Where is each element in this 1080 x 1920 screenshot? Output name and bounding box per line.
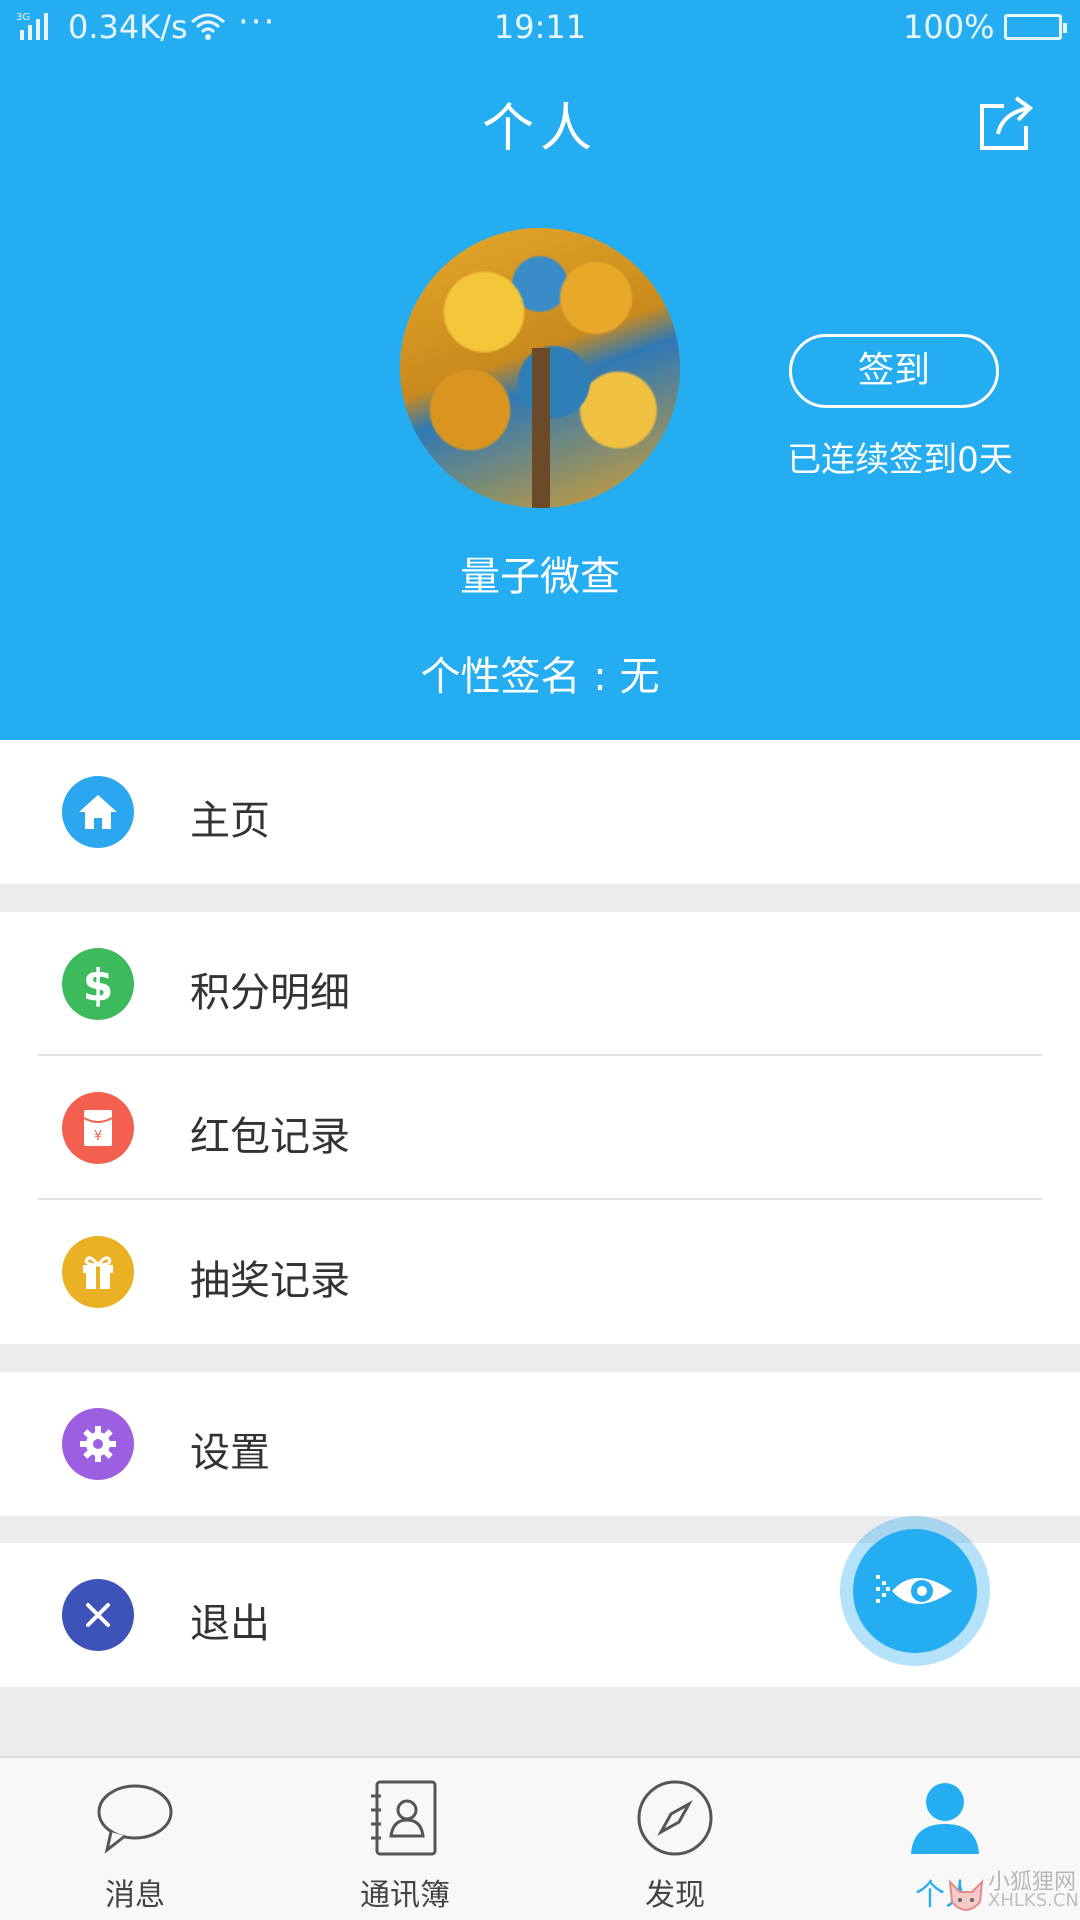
- svg-text:¥: ¥: [94, 1129, 102, 1144]
- menu-label: 设置: [190, 1430, 270, 1476]
- watermark: 小狐狸网 XHLKS.CN: [988, 1870, 1079, 1911]
- menu-group-settings: 设置: [0, 1372, 1080, 1516]
- menu-label: 退出: [190, 1601, 270, 1647]
- tab-discover[interactable]: 发现: [540, 1758, 810, 1920]
- gear-icon: [62, 1408, 134, 1480]
- share-icon[interactable]: [976, 92, 1038, 154]
- svg-text:$: $: [83, 960, 114, 1008]
- menu-item-points[interactable]: $ 积分明细: [0, 912, 1080, 1056]
- menu-label: 主页: [190, 798, 270, 844]
- person-icon: [905, 1778, 985, 1858]
- chat-bubble-icon: [95, 1778, 175, 1858]
- tab-contacts[interactable]: 通讯簿: [270, 1758, 540, 1920]
- close-icon: [62, 1579, 134, 1651]
- tab-label: 发现: [645, 1878, 705, 1913]
- bottom-tab-bar: 消息 通讯簿 发现 个人: [0, 1756, 1080, 1920]
- profile-header: 3G 0.34K/s ··· 19:11 100% 个人 签到 已连续签到0天 …: [0, 0, 1080, 740]
- scan-fab[interactable]: [840, 1516, 990, 1666]
- page-title: 个人: [481, 99, 598, 159]
- checkin-button[interactable]: 签到: [789, 334, 999, 408]
- checkin-streak: 已连续签到0天: [787, 440, 1013, 480]
- menu-item-settings[interactable]: 设置: [0, 1372, 1080, 1516]
- tab-label: 通讯簿: [360, 1878, 450, 1913]
- eye-scan-icon: [853, 1529, 977, 1653]
- avatar[interactable]: [400, 228, 680, 508]
- menu-item-lottery[interactable]: 抽奖记录: [0, 1200, 1080, 1344]
- menu-group-home: 主页: [0, 740, 1080, 884]
- home-icon: [62, 776, 134, 848]
- menu-label: 抽奖记录: [190, 1258, 350, 1304]
- battery-percent: 100%: [903, 8, 995, 46]
- signature: 个性签名 : 无: [420, 654, 660, 700]
- battery-icon: [1004, 14, 1067, 40]
- gift-icon: [62, 1236, 134, 1308]
- menu-item-home[interactable]: 主页: [0, 740, 1080, 884]
- dollar-icon: $: [62, 948, 134, 1020]
- red-envelope-icon: ¥: [62, 1092, 134, 1164]
- address-book-icon: [365, 1778, 445, 1858]
- fox-logo-icon: [946, 1878, 986, 1920]
- menu-group-records: $ 积分明细 ¥ 红包记录 抽奖记录: [0, 912, 1080, 1344]
- username: 量子微查: [460, 554, 620, 600]
- menu-item-redpacket[interactable]: ¥ 红包记录: [0, 1056, 1080, 1200]
- compass-icon: [635, 1778, 715, 1858]
- menu-label: 红包记录: [190, 1114, 350, 1160]
- tab-label: 消息: [105, 1878, 165, 1913]
- status-bar: 3G 0.34K/s ··· 19:11 100%: [0, 0, 1080, 56]
- menu-label: 积分明细: [190, 970, 350, 1016]
- tab-messages[interactable]: 消息: [0, 1758, 270, 1920]
